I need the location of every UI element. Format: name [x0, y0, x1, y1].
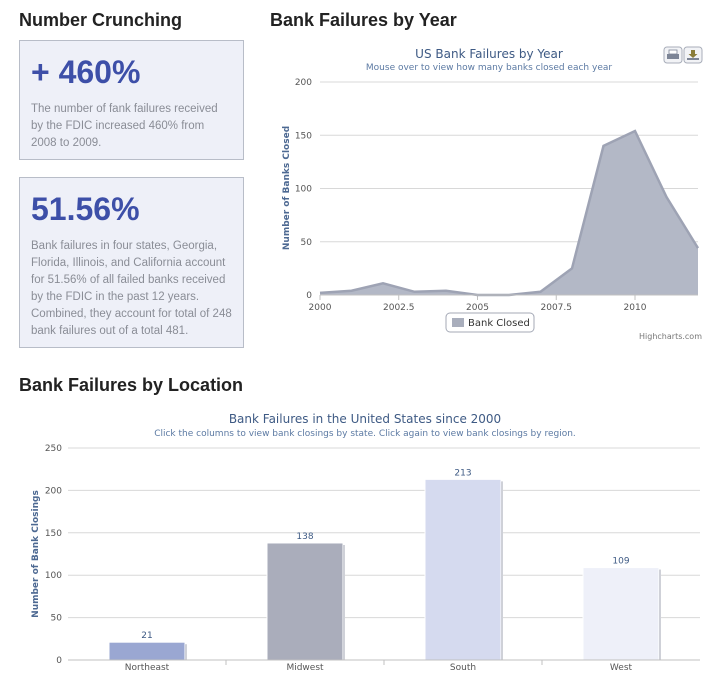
y-tick-label: 100 [45, 571, 62, 581]
stat-description: Bank failures in four states, Georgia, F… [31, 240, 232, 337]
bank-failures-by-year-heading: Bank Failures by Year [270, 10, 457, 30]
stat-description: The number of fank failures received by … [31, 103, 218, 149]
legend-item-bank-closed[interactable]: Bank Closed [445, 312, 535, 333]
bar-value-label: 213 [454, 468, 471, 478]
stat-box-four-states: 51.56% Bank failures in four states, Geo… [19, 177, 244, 348]
y-tick-label: 50 [301, 238, 313, 248]
chart-title: Bank Failures in the United States since… [229, 412, 501, 426]
bar-midwest[interactable] [266, 542, 344, 661]
y-axis-title: Number of Bank Closings [31, 490, 41, 618]
bar-shadow [659, 569, 661, 660]
legend-swatch [452, 318, 464, 327]
printer-icon [667, 49, 679, 59]
area-series-bank-closed[interactable] [320, 131, 698, 295]
location-chart: Bank Failures in the United States since… [31, 412, 700, 673]
bar-south[interactable] [424, 478, 502, 661]
chart-title: US Bank Failures by Year [415, 47, 563, 61]
y-tick-labels: 0 50 100 150 200 [295, 78, 312, 301]
export-button[interactable] [683, 46, 703, 64]
stat-value: 51.56% [31, 191, 140, 227]
column-series: 21 Northeast 138 Midwest 213 South 109 West [108, 468, 661, 673]
bar-west[interactable] [582, 567, 660, 661]
x-tick-label: 2000 [309, 303, 332, 313]
y-tick-label: 200 [45, 486, 62, 496]
x-tick-label: West [610, 663, 633, 673]
bar-value-label: 109 [612, 557, 629, 567]
x-tick-label: 2005 [466, 303, 489, 313]
chart-subtitle: Click the columns to view bank closings … [154, 429, 576, 439]
y-tick-labels: 0 50 100 150 200 250 [45, 444, 62, 666]
bar-shadow [501, 481, 503, 660]
x-tick-labels: 2000 2002.5 2005 2007.5 2010 [309, 295, 647, 313]
x-tick-label: Midwest [286, 663, 324, 673]
x-tick-label: South [450, 663, 476, 673]
x-tick-label: 2010 [624, 303, 647, 313]
bank-failures-by-location-heading: Bank Failures by Location [19, 375, 244, 395]
bar-shadow [343, 544, 345, 660]
x-tick-label: 2002.5 [383, 303, 415, 313]
highcharts-credits[interactable]: Highcharts.com [639, 332, 702, 341]
y-tick-label: 150 [45, 529, 62, 539]
y-tick-label: 150 [295, 131, 312, 141]
y-axis-title: Number of Banks Closed [282, 126, 292, 250]
bar-value-label: 138 [296, 532, 313, 542]
y-tick-label: 0 [306, 291, 312, 301]
number-crunching-heading: Number Crunching [19, 10, 183, 30]
y-tick-label: 200 [295, 78, 312, 88]
x-tick-label: 2007.5 [541, 303, 573, 313]
chart-subtitle: Mouse over to view how many banks closed… [366, 63, 612, 73]
bar-value-label: 21 [141, 631, 152, 641]
bar-shadow [185, 644, 187, 660]
print-button[interactable] [663, 46, 683, 64]
y-tick-label: 50 [51, 614, 63, 624]
y-tick-label: 0 [56, 656, 62, 666]
stat-box-increase: + 460% The number of fank failures recei… [19, 40, 244, 160]
y-tick-label: 250 [45, 444, 62, 454]
year-chart: US Bank Failures by Year Mouse over to v… [282, 46, 703, 341]
stat-value: + 460% [31, 54, 141, 90]
x-tick-label: Northeast [125, 663, 170, 673]
y-tick-label: 100 [295, 185, 312, 195]
bar-northeast[interactable] [108, 641, 186, 661]
legend-label: Bank Closed [468, 318, 530, 329]
